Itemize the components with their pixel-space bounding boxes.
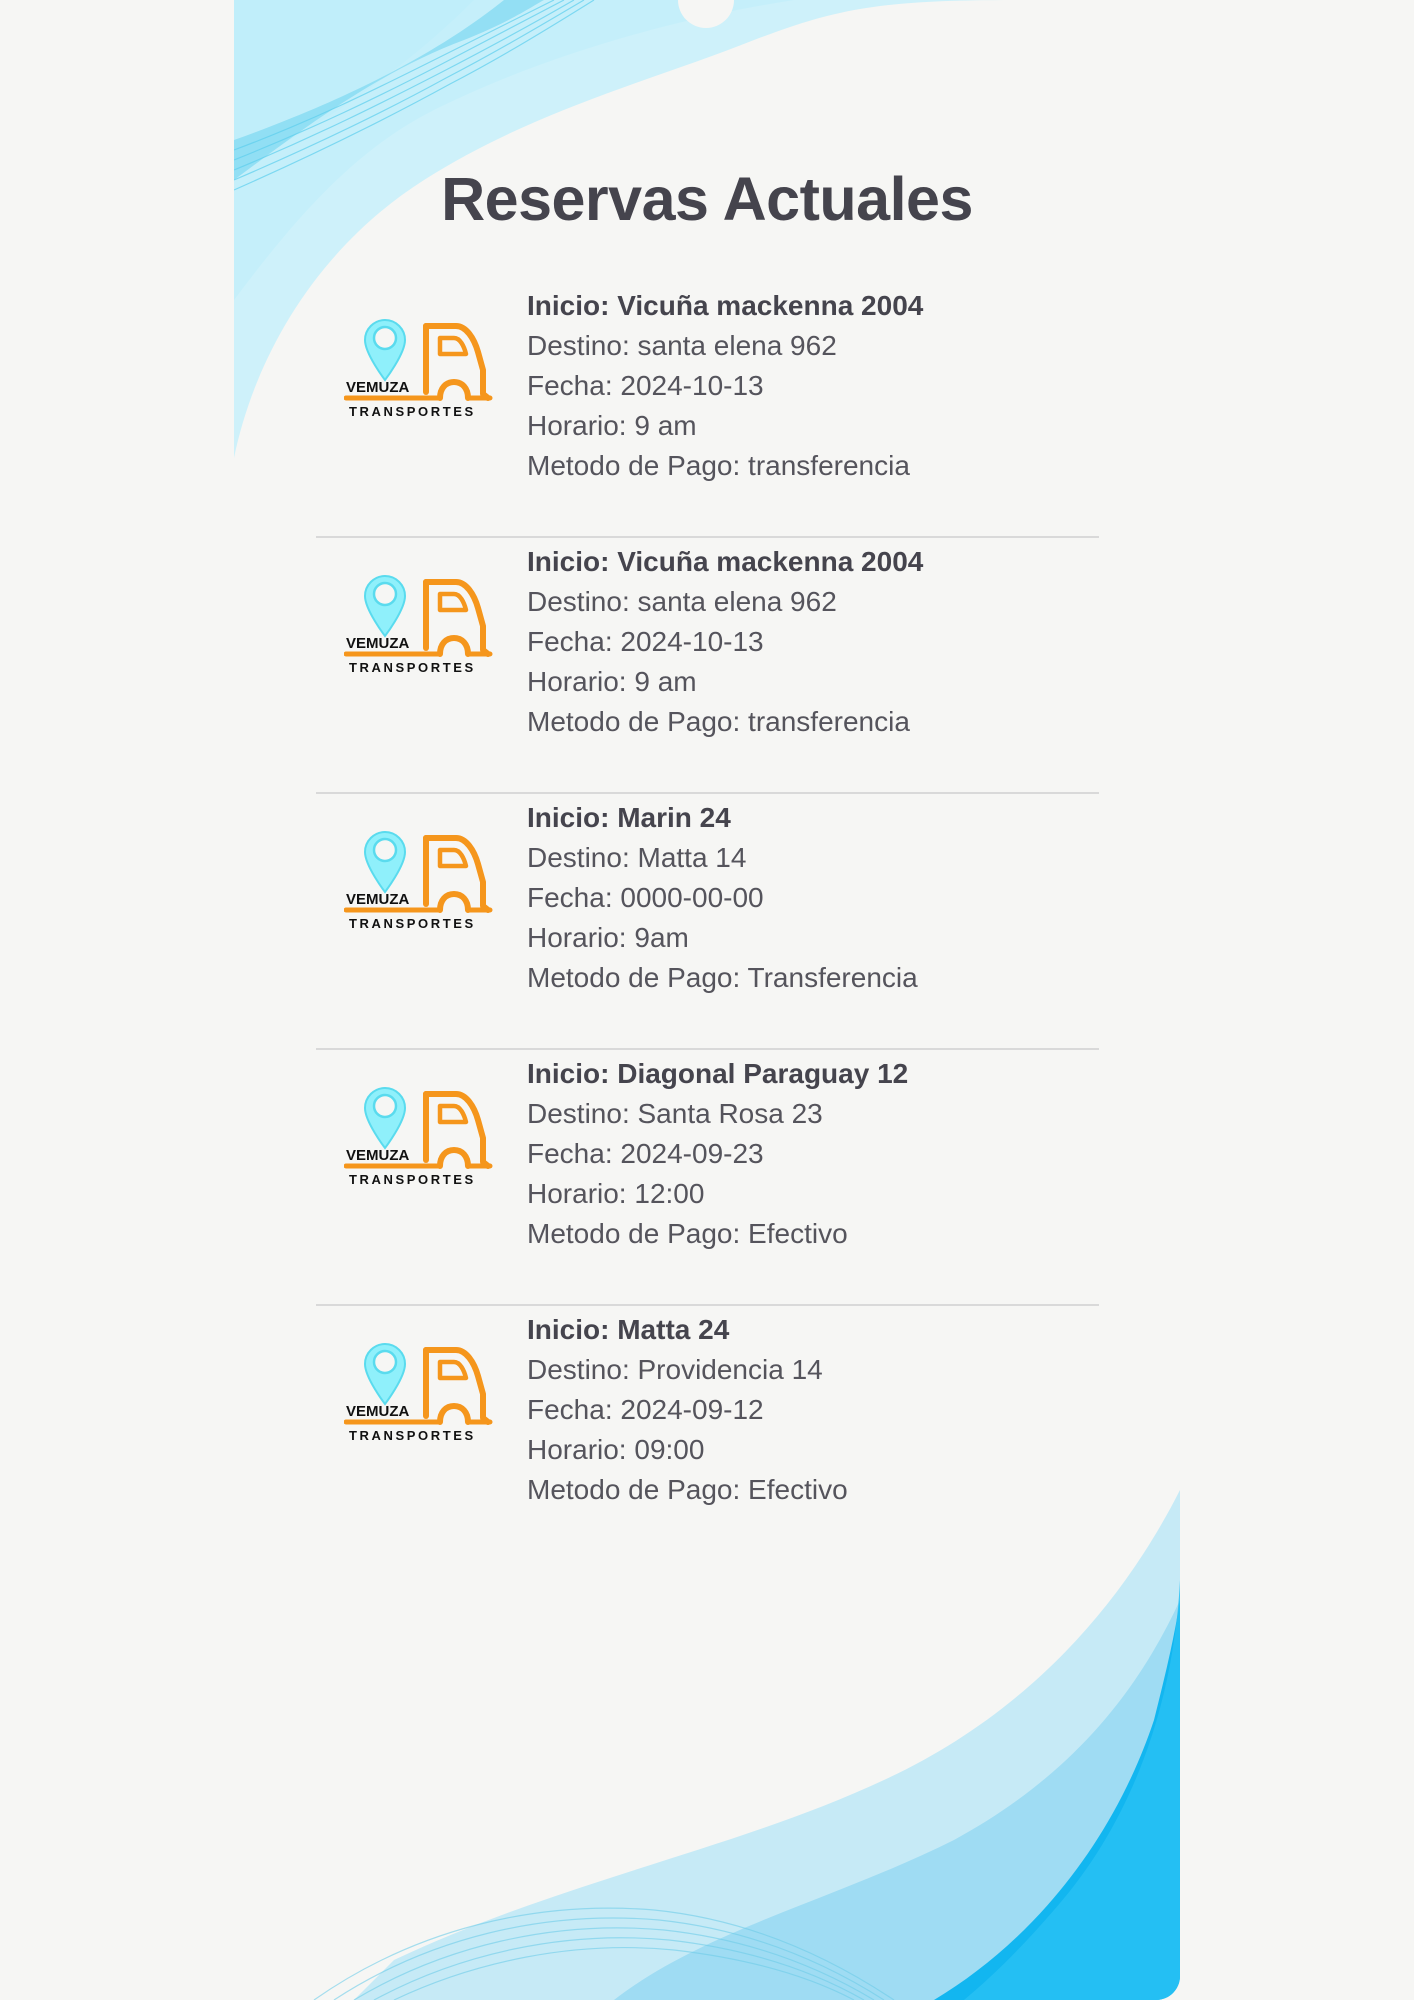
reservations-list: VEMUZA TRANSPORTES Inicio: Vicuña macken… — [316, 282, 1099, 1562]
reservation-destination: Destino: Santa Rosa 23 — [527, 1098, 823, 1129]
reservation-payment: Metodo de Pago: transferencia — [527, 450, 910, 481]
reservation-start: Inicio: Vicuña mackenna 2004 — [527, 546, 924, 577]
svg-text:TRANSPORTES: TRANSPORTES — [349, 1428, 476, 1443]
reservation-time: Horario: 9 am — [527, 666, 697, 697]
vemuza-truck-logo: VEMUZA TRANSPORTES — [344, 1342, 493, 1443]
reservation-time: Horario: 9am — [527, 922, 689, 953]
reservation-payment: Metodo de Pago: transferencia — [527, 706, 910, 737]
reservation-date: Fecha: 2024-09-12 — [527, 1394, 764, 1425]
reservation-details: Inicio: Vicuña mackenna 2004 Destino: sa… — [527, 542, 923, 742]
vemuza-truck-logo: VEMUZA TRANSPORTES — [344, 1086, 493, 1187]
reservation-start: Inicio: Diagonal Paraguay 12 — [527, 1058, 909, 1089]
svg-text:VEMUZA: VEMUZA — [346, 1147, 410, 1164]
reservation-payment: Metodo de Pago: Transferencia — [527, 962, 918, 993]
reservation-details: Inicio: Matta 24 Destino: Providencia 14… — [527, 1310, 848, 1510]
vemuza-truck-logo: VEMUZA TRANSPORTES — [344, 574, 493, 675]
vemuza-truck-logo: VEMUZA TRANSPORTES — [344, 830, 493, 931]
reservation-item[interactable]: VEMUZA TRANSPORTES Inicio: Vicuña macken… — [316, 282, 1099, 538]
reservation-date: Fecha: 2024-10-13 — [527, 370, 764, 401]
svg-text:VEMUZA: VEMUZA — [346, 379, 410, 396]
reservation-destination: Destino: santa elena 962 — [527, 330, 837, 361]
svg-text:TRANSPORTES: TRANSPORTES — [349, 916, 476, 931]
reservation-item[interactable]: VEMUZA TRANSPORTES Inicio: Matta 24 Dest… — [316, 1306, 1099, 1562]
reservations-card: Reservas Actuales VEMUZA TRANSPORTES Ini… — [234, 0, 1180, 2000]
reservation-date: Fecha: 2024-09-23 — [527, 1138, 764, 1169]
reservation-payment: Metodo de Pago: Efectivo — [527, 1218, 848, 1249]
reservation-details: Inicio: Diagonal Paraguay 12 Destino: Sa… — [527, 1054, 908, 1254]
reservation-destination: Destino: santa elena 962 — [527, 586, 837, 617]
reservation-payment: Metodo de Pago: Efectivo — [527, 1474, 848, 1505]
reservation-destination: Destino: Providencia 14 — [527, 1354, 823, 1385]
reservation-destination: Destino: Matta 14 — [527, 842, 747, 873]
reservation-date: Fecha: 0000-00-00 — [527, 882, 764, 913]
reservation-start: Inicio: Matta 24 — [527, 1314, 730, 1345]
reservation-item[interactable]: VEMUZA TRANSPORTES Inicio: Diagonal Para… — [316, 1050, 1099, 1306]
reservation-start: Inicio: Vicuña mackenna 2004 — [527, 290, 924, 321]
svg-text:VEMUZA: VEMUZA — [346, 891, 410, 908]
page-title: Reservas Actuales — [441, 165, 973, 233]
svg-text:VEMUZA: VEMUZA — [346, 1403, 410, 1420]
reservation-start: Inicio: Marin 24 — [527, 802, 731, 833]
reservation-details: Inicio: Vicuña mackenna 2004 Destino: sa… — [527, 286, 923, 486]
reservation-time: Horario: 09:00 — [527, 1434, 705, 1465]
reservation-details: Inicio: Marin 24 Destino: Matta 14 Fecha… — [527, 798, 918, 998]
reservation-item[interactable]: VEMUZA TRANSPORTES Inicio: Marin 24 Dest… — [316, 794, 1099, 1050]
svg-text:TRANSPORTES: TRANSPORTES — [349, 404, 476, 419]
vemuza-truck-logo: VEMUZA TRANSPORTES — [344, 318, 493, 419]
reservation-time: Horario: 12:00 — [527, 1178, 705, 1209]
svg-text:TRANSPORTES: TRANSPORTES — [349, 1172, 476, 1187]
reservation-time: Horario: 9 am — [527, 410, 697, 441]
svg-text:VEMUZA: VEMUZA — [346, 635, 410, 652]
svg-text:TRANSPORTES: TRANSPORTES — [349, 660, 476, 675]
reservation-item[interactable]: VEMUZA TRANSPORTES Inicio: Vicuña macken… — [316, 538, 1099, 794]
reservation-date: Fecha: 2024-10-13 — [527, 626, 764, 657]
